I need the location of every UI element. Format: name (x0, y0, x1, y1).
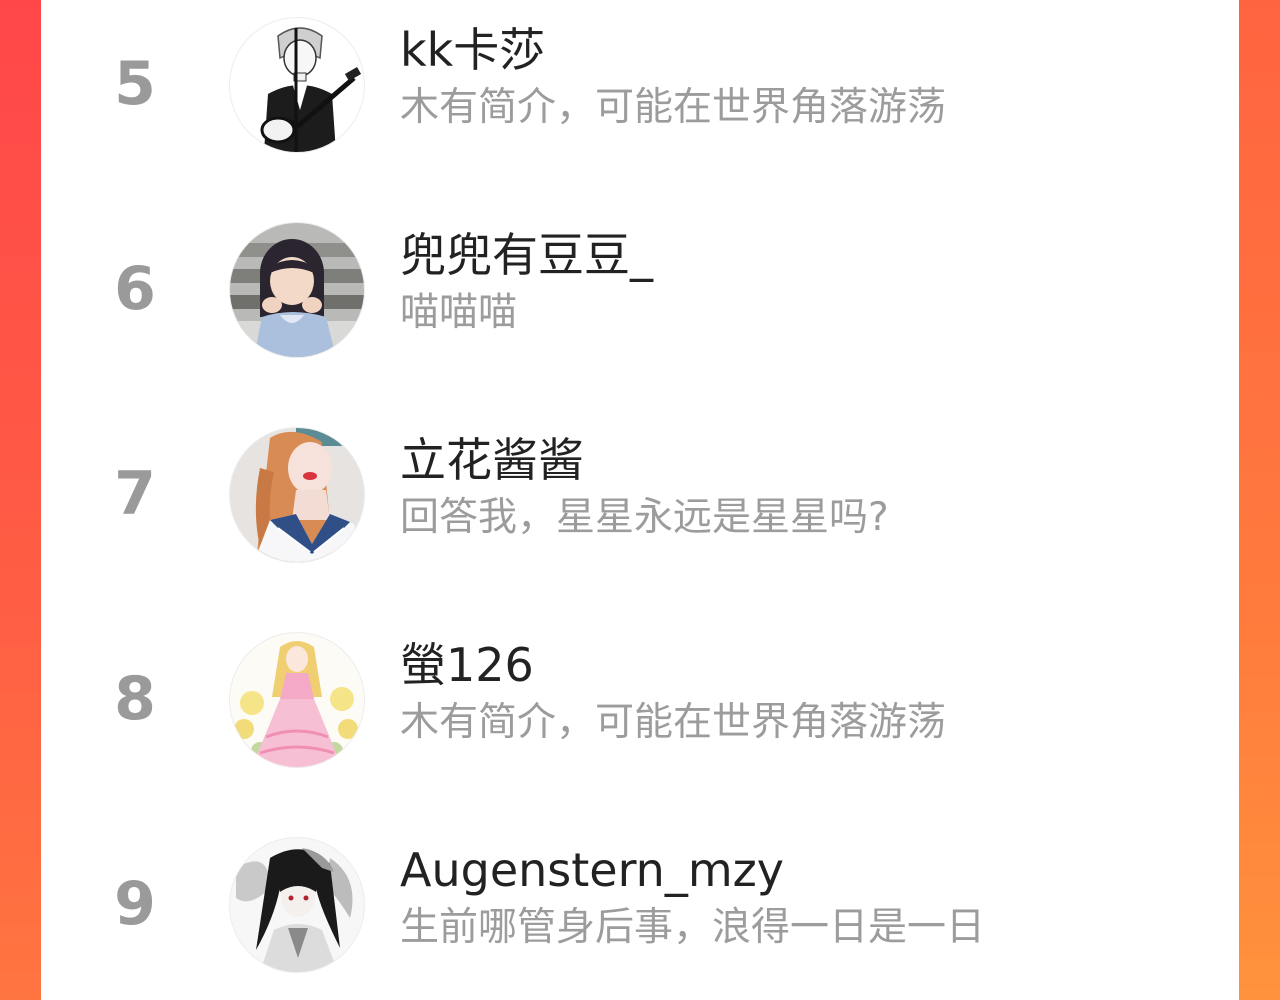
user-avatar[interactable] (230, 18, 364, 152)
sailor-uniform-avatar (230, 428, 364, 562)
user-name[interactable]: kk卡莎 (400, 24, 545, 76)
user-avatar[interactable] (230, 428, 364, 562)
user-avatar[interactable] (230, 223, 364, 357)
rank-number: 8 (114, 664, 156, 734)
rank-number: 9 (114, 869, 156, 939)
user-bio: 生前哪管身后事，浪得一日是一日 (400, 905, 986, 950)
ranking-panel: 5 kk卡莎 木有简介，可能在世界角落游荡 6 兜兜有豆豆_ 喵喵喵 7 立花酱… (41, 0, 1239, 1000)
user-name[interactable]: 螢126 (400, 639, 534, 691)
user-bio: 木有简介，可能在世界角落游荡 (400, 700, 947, 745)
right-gradient-border (1239, 0, 1280, 1000)
ranking-row[interactable]: 5 kk卡莎 木有简介，可能在世界角落游荡 (41, 12, 1239, 162)
user-name[interactable]: 兜兜有豆豆_ (400, 229, 653, 281)
girl-photo-avatar (230, 223, 364, 357)
ranking-row[interactable]: 9 Augenstern_mzy 生前哪管身后事，浪得一日是一日 (41, 832, 1239, 982)
princess-illustration-avatar (230, 633, 364, 767)
rank-number: 7 (114, 459, 156, 529)
rank-number: 6 (114, 254, 156, 324)
user-avatar[interactable] (230, 838, 364, 972)
user-bio: 喵喵喵 (400, 290, 518, 335)
user-bio: 木有简介，可能在世界角落游荡 (400, 85, 947, 130)
user-avatar[interactable] (230, 633, 364, 767)
user-name[interactable]: Augenstern_mzy (400, 844, 784, 896)
user-name[interactable]: 立花酱酱 (400, 434, 584, 486)
ranking-row[interactable]: 6 兜兜有豆豆_ 喵喵喵 (41, 217, 1239, 367)
user-bio: 回答我，星星永远是星星吗? (400, 495, 889, 540)
ink-anime-avatar (230, 838, 364, 972)
rank-number: 5 (114, 49, 156, 119)
left-gradient-border (0, 0, 41, 1000)
ranking-row[interactable]: 7 立花酱酱 回答我，星星永远是星星吗? (41, 422, 1239, 572)
ranking-row[interactable]: 8 螢126 木有简介，可能在世界角落游荡 (41, 627, 1239, 777)
guitarist-sketch-avatar (230, 18, 364, 152)
